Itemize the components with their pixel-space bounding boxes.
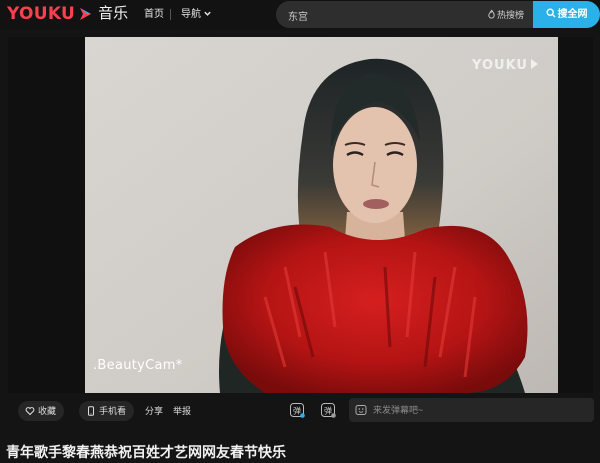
nav-divider [170,9,171,20]
search-icon [545,8,555,18]
report-link[interactable]: 举报 [173,405,191,417]
nav-guide-menu[interactable]: 导航 [181,8,212,21]
logo-wordmark: YOUKU [7,4,76,24]
play-triangle-icon [531,59,538,69]
collect-label: 收藏 [38,406,57,416]
hot-search-label: 热搜榜 [496,10,524,20]
top-navigation-bar: YOUKU 音乐 首页 导航 热搜榜 搜全网 [0,0,600,29]
danmu-settings-icon[interactable]: 弹 [320,402,337,419]
share-link[interactable]: 分享 [145,405,163,417]
nav-guide-label: 导航 [181,9,201,20]
search-box: 热搜榜 [276,1,533,28]
youku-watermark: YOUKU [472,58,538,73]
search-all-button[interactable]: 搜全网 [533,1,600,28]
heart-icon [25,407,35,416]
video-still-image [85,37,558,393]
watch-on-mobile-button[interactable]: 手机看 [79,401,135,421]
logo-music-label: 音乐 [98,5,129,22]
chevron-down-icon [204,11,211,16]
danmu-box [349,398,594,422]
flame-icon [488,9,495,19]
danmu-toggle-icon[interactable]: 弹 [289,402,306,419]
video-title: 青年歌手黎春燕恭祝百姓才艺网网友春节快乐 [6,444,286,460]
youku-play-logo-icon [80,8,92,20]
svg-text:弹: 弹 [293,406,301,416]
collect-button[interactable]: 收藏 [18,401,65,421]
youku-watermark-text: YOUKU [472,58,528,73]
svg-text:弹: 弹 [324,406,332,416]
player-action-bar: 收藏 手机看 分享 举报 弹 弹 [0,393,600,428]
emoji-icon[interactable] [355,404,367,416]
hot-search-link[interactable]: 热搜榜 [487,9,524,21]
phone-icon [88,406,94,416]
danmu-input[interactable] [373,403,583,417]
watch-on-mobile-label: 手机看 [99,406,127,416]
video-player[interactable]: YOUKU .BeautyCam* [8,37,593,393]
search-input[interactable] [288,8,478,22]
youku-music-logo[interactable]: YOUKU 音乐 [7,4,128,24]
nav-home-link[interactable]: 首页 [144,8,164,21]
search-all-label: 搜全网 [557,9,588,20]
beautycam-watermark: .BeautyCam* [93,358,183,373]
video-frame[interactable]: YOUKU .BeautyCam* [85,37,558,393]
